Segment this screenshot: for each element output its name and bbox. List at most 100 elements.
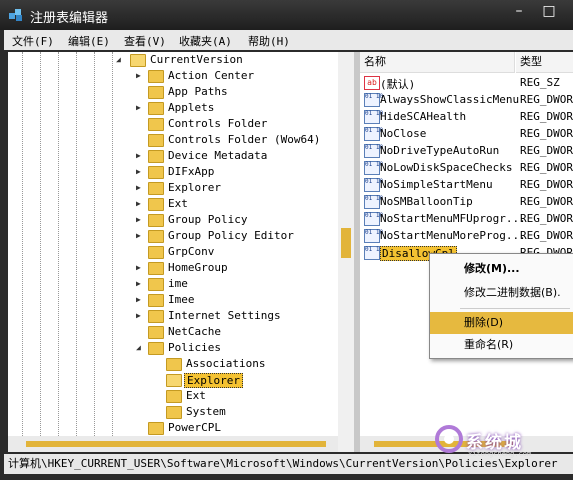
triangle-right-icon[interactable]: ▶: [136, 295, 141, 304]
column-header-type[interactable]: 类型: [516, 52, 573, 73]
triangle-right-icon[interactable]: ▶: [136, 215, 141, 224]
column-header-name[interactable]: 名称: [360, 52, 515, 73]
value-type: REG_DWOR: [520, 229, 573, 242]
value-type: REG_SZ: [520, 76, 560, 89]
value-name: NoLowDiskSpaceChecks: [380, 161, 513, 174]
triangle-right-icon[interactable]: ▶: [136, 167, 141, 176]
folder-icon: [148, 342, 164, 355]
menu-item-delete[interactable]: 删除(D): [430, 312, 573, 334]
watermark-swirl-icon: [435, 425, 463, 453]
menu-favorites[interactable]: 收藏夹(A): [179, 33, 232, 49]
scroll-thumb[interactable]: [26, 441, 326, 447]
tree-horizontal-scrollbar[interactable]: [8, 436, 338, 452]
maximize-button[interactable]: □: [536, 2, 562, 22]
folder-icon: [148, 182, 164, 195]
tree-node-label: ime: [168, 277, 188, 290]
list-item[interactable]: 01 10 NoSimpleStartMenu REG_DWOR: [360, 176, 573, 193]
binary-dword-icon: 01 10: [364, 178, 383, 192]
folder-icon: [148, 294, 164, 307]
watermark-logo: 系统城 xitongcheng.com: [430, 418, 573, 458]
value-name: NoClose: [380, 127, 427, 140]
value-type: REG_DWOR: [520, 178, 573, 191]
folder-icon: [148, 86, 164, 99]
tree-node-label: Action Center: [168, 69, 255, 82]
tree-guide-line: [76, 52, 77, 452]
list-item[interactable]: 01 10 NoStartMenuMoreProg... REG_DWOR: [360, 227, 573, 244]
tree-guide-line: [94, 52, 95, 452]
triangle-right-icon[interactable]: ▶: [136, 151, 141, 160]
list-item[interactable]: 01 10 NoSMBalloonTip REG_DWOR: [360, 193, 573, 210]
tree-vertical-scrollbar[interactable]: [338, 52, 354, 452]
menu-item-modify[interactable]: 修改(M)...: [430, 258, 573, 280]
list-item[interactable]: 01 10 HideSCAHealth REG_DWOR: [360, 108, 573, 125]
triangle-down-icon[interactable]: ◢: [136, 343, 141, 352]
triangle-right-icon[interactable]: ▶: [136, 199, 141, 208]
menu-item-rename[interactable]: 重命名(R): [430, 334, 573, 356]
tree-node-label: Ext: [168, 197, 188, 210]
menu-file[interactable]: 文件(F): [12, 33, 54, 49]
triangle-right-icon[interactable]: ▶: [136, 71, 141, 80]
list-item[interactable]: ab (默认) REG_SZ: [360, 74, 573, 91]
ab-string-icon: ab: [364, 76, 380, 90]
binary-dword-icon: 01 10: [364, 161, 383, 175]
triangle-right-icon[interactable]: ▶: [136, 311, 141, 320]
folder-icon: [148, 278, 164, 291]
tree-node-label: Controls Folder (Wow64): [168, 133, 321, 146]
tree-node-label: CurrentVersion: [150, 53, 243, 66]
tree-node-label: Internet Settings: [168, 309, 281, 322]
list-item[interactable]: 01 10 NoDriveTypeAutoRun REG_DWOR: [360, 142, 573, 159]
list-item[interactable]: 01 10 NoLowDiskSpaceChecks REG_DWOR: [360, 159, 573, 176]
menu-edit[interactable]: 编辑(E): [68, 33, 110, 49]
minimize-button[interactable]: –: [506, 2, 532, 22]
list-item[interactable]: 01 10 NoClose REG_DWOR: [360, 125, 573, 142]
menu-separator: [460, 308, 570, 309]
folder-icon: [148, 198, 164, 211]
folder-icon: [148, 246, 164, 259]
tree-node-label: DIFxApp: [168, 165, 215, 178]
folder-icon: [148, 310, 164, 323]
tree-pane[interactable]: ◢ CurrentVersion ▶ Action Center App Paths…: [8, 52, 354, 452]
title-bar: 注册表编辑器 – □: [0, 0, 573, 30]
triangle-right-icon[interactable]: ▶: [136, 183, 141, 192]
menu-help[interactable]: 帮助(H): [248, 33, 290, 49]
folder-icon: [148, 118, 164, 131]
menu-item-modify-binary[interactable]: 修改二进制数据(B).: [430, 282, 573, 304]
binary-dword-icon: 01 10: [364, 127, 383, 141]
tree-node-label: Applets: [168, 101, 215, 114]
context-menu: 修改(M)... 修改二进制数据(B). 删除(D) 重命名(R): [429, 253, 573, 359]
triangle-down-icon[interactable]: ◢: [116, 55, 121, 64]
binary-dword-icon: 01 10: [364, 229, 383, 243]
folder-icon: [148, 150, 164, 163]
tree-node-label: App Paths: [168, 85, 228, 98]
menu-view[interactable]: 查看(V): [124, 33, 166, 49]
folder-icon: [148, 70, 164, 83]
folder-icon: [148, 422, 164, 435]
value-name: NoStartMenuMFUprogr...: [380, 212, 526, 225]
triangle-right-icon[interactable]: ▶: [136, 263, 141, 272]
value-name: HideSCAHealth: [380, 110, 467, 123]
binary-dword-icon: 01 10: [364, 212, 383, 226]
tree-node-label: Policies: [168, 341, 221, 354]
tree-node-label: Ext: [186, 389, 206, 402]
tree-node-label: GrpConv: [168, 245, 215, 258]
triangle-right-icon[interactable]: ▶: [136, 231, 141, 240]
tree-node-label: PowerCPL: [168, 421, 221, 434]
tree-node-label: NetCache: [168, 325, 221, 338]
tree-node-label: HomeGroup: [168, 261, 228, 274]
tree-node-label: Group Policy: [168, 213, 248, 226]
tree-guide-line: [22, 52, 23, 452]
folder-icon: [130, 54, 146, 67]
triangle-right-icon[interactable]: ▶: [136, 279, 141, 288]
tree-node-label: Group Policy Editor: [168, 229, 294, 242]
folder-icon: [148, 230, 164, 243]
list-item[interactable]: 01 10 NoStartMenuMFUprogr... REG_DWOR: [360, 210, 573, 227]
scroll-thumb[interactable]: [341, 228, 351, 258]
triangle-right-icon[interactable]: ▶: [136, 103, 141, 112]
list-item[interactable]: 01 10 AlwaysShowClassicMenu REG_DWOR: [360, 91, 573, 108]
binary-dword-icon: 01 10: [364, 195, 383, 209]
tree-node-label: System: [186, 405, 226, 418]
values-pane[interactable]: 名称 类型 ab (默认) REG_SZ 01 10 AlwaysShowClassic…: [360, 52, 573, 452]
value-name: NoStartMenuMoreProg...: [380, 229, 526, 242]
value-name: NoSMBalloonTip: [380, 195, 473, 208]
tree-guide-line: [112, 52, 113, 452]
